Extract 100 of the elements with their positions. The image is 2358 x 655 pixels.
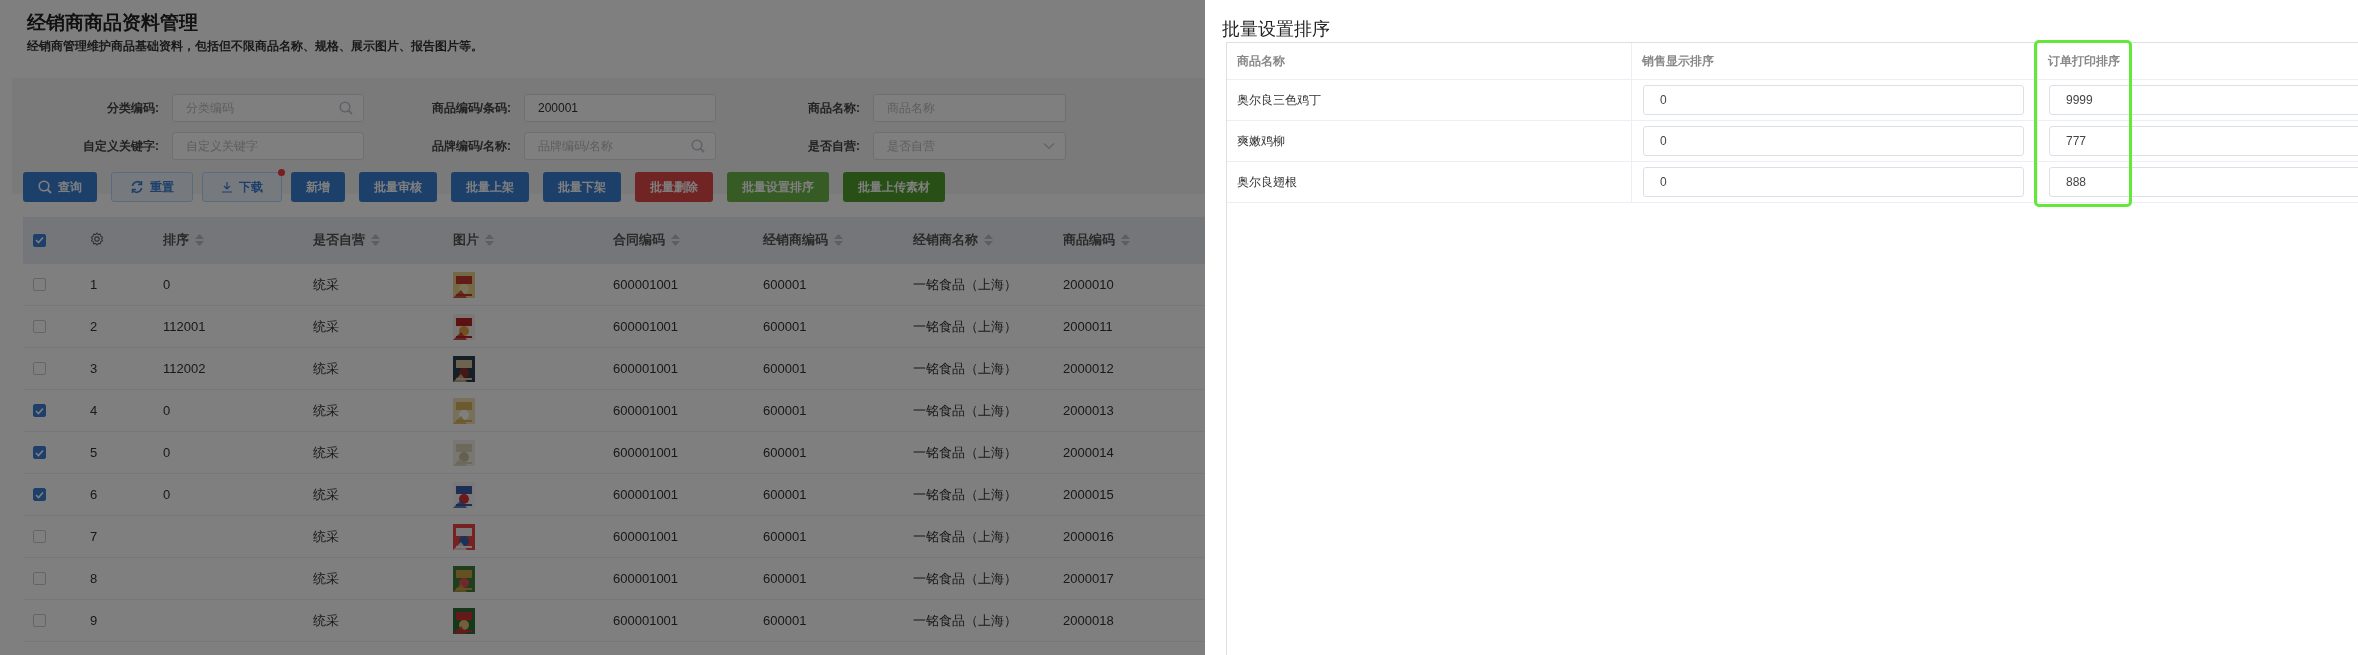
button[interactable]: 批量设置排序 (727, 172, 829, 202)
input-field[interactable]: 0 (1643, 85, 2024, 115)
checkbox[interactable] (33, 530, 46, 543)
table-cell: 600001 (763, 319, 807, 334)
table-cell: 2000016 (1063, 529, 1114, 544)
chevron-down-icon (1043, 142, 1055, 150)
button[interactable]: 批量上架 (451, 172, 529, 202)
input-field[interactable]: 0 (1643, 126, 2024, 156)
table-cell: 600001001 (613, 571, 679, 586)
search-icon (339, 101, 353, 115)
column-header: 订单打印排序 (2048, 52, 2120, 70)
table-cell: 统采 (313, 360, 339, 376)
table-cell: 2000013 (1063, 403, 1114, 418)
button[interactable]: 批量审核 (359, 172, 437, 202)
row-number: 5 (90, 445, 98, 460)
table-cell: 2000010 (1063, 277, 1114, 292)
input-field[interactable]: 777 (2049, 126, 2358, 156)
field-label: 自定义关键字: (82, 137, 160, 155)
checkbox[interactable] (33, 614, 46, 627)
checkbox[interactable] (33, 278, 46, 291)
table-cell: 600001001 (613, 529, 679, 544)
checkbox[interactable] (33, 446, 46, 459)
checkbox[interactable] (33, 233, 46, 247)
field-label: 商品名称: (807, 99, 861, 117)
table-cell: 一铭食品（上海） (913, 444, 1017, 460)
row-number: 7 (90, 529, 98, 544)
table-cell: 2000018 (1063, 613, 1114, 628)
table-cell: 600001 (763, 487, 807, 502)
table-cell: 600001001 (613, 277, 679, 292)
table-cell: 统采 (313, 486, 339, 502)
table-cell: 奥尔良翅根 (1237, 173, 1297, 191)
table-cell: 统采 (313, 612, 339, 628)
table-cell: 2000011 (1063, 319, 1113, 334)
table-cell: 一铭食品（上海） (913, 318, 1017, 334)
table-cell: 600001001 (613, 361, 679, 376)
checkbox[interactable] (33, 320, 46, 333)
table-cell: 一铭食品（上海） (913, 276, 1017, 292)
search-icon (691, 139, 705, 153)
column-header: 合同编码 (613, 231, 665, 249)
table-cell: 一铭食品（上海） (913, 360, 1017, 376)
button[interactable]: 新增 (291, 172, 345, 202)
button[interactable]: 批量下架 (543, 172, 621, 202)
drawer-title: 批量设置排序 (1222, 18, 1331, 40)
table-cell: 600001 (763, 445, 807, 460)
table-cell: 0 (163, 487, 171, 502)
table-cell: 2000015 (1063, 487, 1114, 502)
refresh-icon (130, 180, 144, 194)
table-cell: 600001001 (613, 613, 679, 628)
button[interactable]: 批量删除 (635, 172, 713, 202)
column-header: 商品名称 (1237, 52, 1285, 70)
checkbox[interactable] (33, 488, 46, 501)
column-header: 图片 (453, 231, 479, 249)
table-cell: 一铭食品（上海） (913, 612, 1017, 628)
input-field[interactable]: 9999 (2049, 85, 2358, 115)
row-number: 1 (90, 277, 98, 292)
row-number: 8 (90, 571, 98, 586)
checkbox[interactable] (33, 572, 46, 585)
row-number: 4 (90, 403, 98, 418)
column-header: 经销商编码 (763, 231, 828, 249)
field-label: 分类编码: (106, 99, 160, 117)
column-header: 经销商名称 (913, 231, 978, 249)
table-cell: 一铭食品（上海） (913, 486, 1017, 502)
column-header: 商品编码 (1063, 231, 1115, 249)
row-number: 2 (90, 319, 98, 334)
button[interactable]: 查询 (23, 172, 97, 202)
table-cell: 600001001 (613, 319, 679, 334)
table-cell: 统采 (313, 570, 339, 586)
table-cell: 2000014 (1063, 445, 1114, 460)
table-cell: 爽嫩鸡柳 (1237, 132, 1285, 150)
button[interactable]: 重置 (111, 172, 193, 202)
field-label: 商品编码/条码: (430, 99, 512, 117)
page-title: 经销商商品资料管理 (27, 12, 199, 34)
input-field[interactable]: 0 (1643, 167, 2024, 197)
table-cell: 统采 (313, 318, 339, 334)
table-cell: 600001 (763, 571, 807, 586)
table-cell: 600001001 (613, 445, 679, 460)
checkbox[interactable] (33, 362, 46, 375)
table-cell: 0 (163, 445, 171, 460)
download-icon (221, 181, 233, 193)
button[interactable]: 批量上传素材 (843, 172, 945, 202)
table-cell: 一铭食品（上海） (913, 570, 1017, 586)
column-header: 是否自营 (313, 231, 365, 249)
row-number: 6 (90, 487, 98, 502)
table-cell: 统采 (313, 528, 339, 544)
table-cell: 112001 (163, 319, 206, 334)
table-cell: 600001 (763, 613, 807, 628)
settings-icon (90, 231, 104, 246)
button[interactable]: 下载 (202, 172, 282, 202)
row-number: 9 (90, 613, 98, 628)
page-description: 经销商管理维护商品基础资料，包括但不限商品名称、规格、展示图片、报告图片等。 (27, 38, 484, 55)
input-field[interactable]: 888 (2049, 167, 2358, 197)
input-field[interactable]: 200001 (524, 94, 716, 122)
table-cell: 600001 (763, 277, 807, 292)
table-cell: 600001001 (613, 487, 679, 502)
table-cell: 0 (163, 277, 171, 292)
table-cell: 统采 (313, 402, 339, 418)
table-cell: 600001 (763, 529, 807, 544)
column-header: 排序 (163, 231, 189, 249)
table-cell: 0 (163, 403, 171, 418)
checkbox[interactable] (33, 404, 46, 417)
